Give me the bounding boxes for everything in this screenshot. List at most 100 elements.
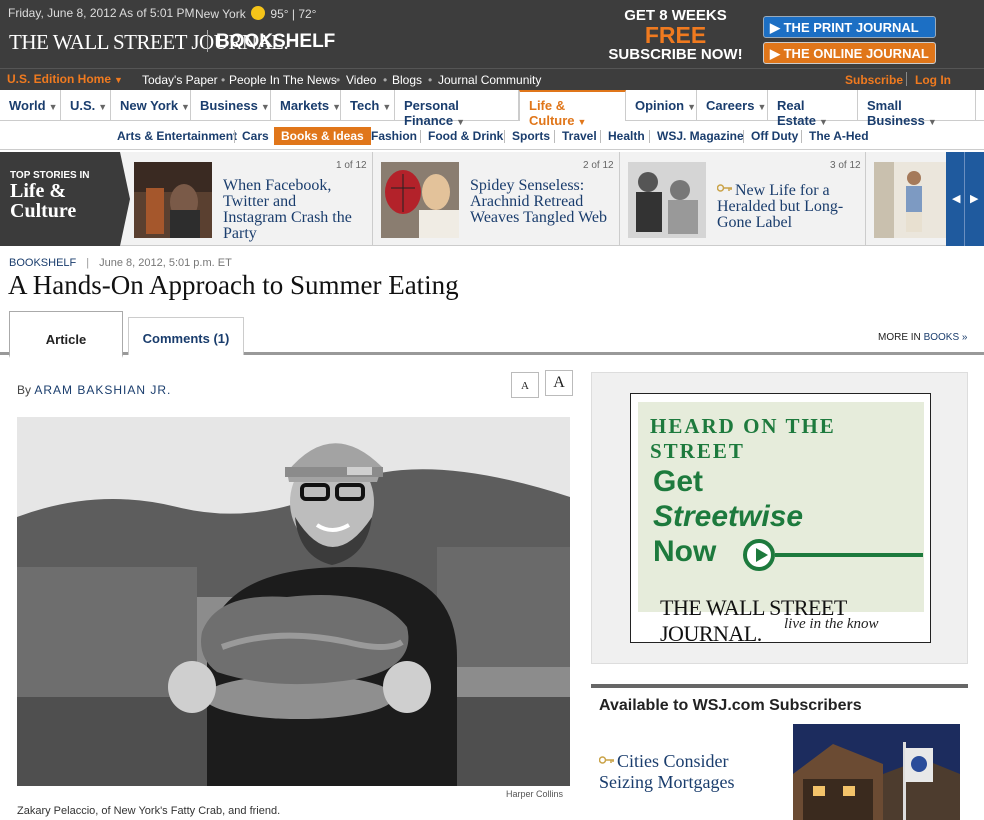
play-icon[interactable] — [743, 539, 775, 571]
nav-careers[interactable]: Careers ▼ — [697, 90, 768, 121]
font-size-increase-button[interactable]: A — [545, 370, 573, 396]
subnav-sports[interactable]: Sports — [512, 129, 550, 143]
tab-comments[interactable]: Comments (1) — [128, 317, 244, 355]
nav-label: Careers — [706, 98, 755, 113]
online-journal-button[interactable]: ▶ THE ONLINE JOURNAL — [763, 42, 936, 64]
subnav-wsj-magazine[interactable]: WSJ. Magazine — [657, 129, 744, 143]
nav-tech[interactable]: Tech ▼ — [341, 90, 395, 121]
chevron-down-icon: ▼ — [687, 102, 697, 112]
nav-label: Markets — [280, 98, 330, 113]
subnav-divider — [504, 130, 505, 143]
meta-divider: | — [86, 257, 90, 269]
story-card[interactable] — [866, 152, 946, 246]
byline: By ARAM BAKSHIAN JR. — [17, 383, 171, 397]
nav-label: U.S. — [70, 98, 96, 113]
more-in-prefix: MORE IN — [878, 332, 924, 343]
nav-label: Tech — [350, 98, 380, 113]
nav-label: World — [9, 98, 46, 113]
subscriber-story-thumbnail[interactable] — [793, 724, 960, 820]
key-icon — [716, 180, 733, 192]
subscribers-heading: Available to WSJ.com Subscribers — [591, 684, 968, 718]
online-journal-label: THE ONLINE JOURNAL — [783, 46, 929, 61]
nav-personal-finance[interactable]: Personal Finance ▼ — [395, 90, 519, 128]
subnav-divider — [600, 130, 601, 143]
dot-separator: • — [221, 73, 226, 87]
article-meta: BOOKSHELF | June 8, 2012, 5:01 p.m. ET — [9, 257, 232, 269]
edition-label: U.S. Edition Home — [7, 72, 112, 86]
top-stories-label-big: Life & Culture — [10, 180, 77, 222]
edition-selector[interactable]: U.S. Edition Home ▼ — [7, 72, 123, 86]
more-in-books[interactable]: MORE IN BOOKS » — [878, 332, 967, 343]
nav-real-estate[interactable]: Real Estate ▼ — [768, 90, 858, 128]
story-headline[interactable]: New Life for a Heralded but Long-Gone La… — [716, 180, 857, 231]
nav-life-culture[interactable]: Life & Culture ▼ — [519, 90, 626, 128]
key-icon — [598, 748, 615, 764]
carousel-prev-icon[interactable]: ◀ — [952, 192, 960, 205]
nav-us[interactable]: U.S. ▼ — [61, 90, 111, 121]
print-journal-button[interactable]: ▶ THE PRINT JOURNAL — [763, 16, 936, 38]
photo-credit: Harper Collins — [506, 789, 564, 799]
font-size-decrease-button[interactable]: A — [511, 372, 539, 398]
story-thumbnail — [134, 162, 212, 238]
story-card[interactable]: 2 of 12 Spidey Senseless: Arachnid Retre… — [373, 152, 620, 246]
nav-world[interactable]: World ▼ — [0, 90, 61, 121]
subscriber-story-link[interactable]: Cities Consider Seizing Mortgages — [598, 748, 779, 793]
nav-small-business[interactable]: Small Business ▼ — [858, 90, 976, 128]
article-date: June 8, 2012, 5:01 p.m. ET — [99, 257, 232, 269]
subnav-off-duty[interactable]: Off Duty — [751, 129, 798, 143]
tab-article[interactable]: Article — [9, 311, 123, 358]
photo-caption: Zakary Pelaccio, of New York's Fatty Cra… — [17, 805, 281, 817]
subnav-cars[interactable]: Cars — [242, 129, 269, 143]
story-card[interactable]: 3 of 12 New Life for a Heralded but Long… — [620, 152, 866, 246]
article-section[interactable]: BOOKSHELF — [9, 257, 76, 269]
chevron-down-icon: ▼ — [260, 102, 270, 112]
subnav-books-ideas[interactable]: Books & Ideas — [274, 127, 371, 145]
story-count: 3 of 12 — [830, 160, 861, 171]
story-thumbnail — [874, 162, 946, 238]
story-card[interactable]: 1 of 12 When Facebook, Twitter and Insta… — [124, 152, 373, 246]
blogs-link[interactable]: Blogs — [392, 73, 422, 87]
subnav-arts[interactable]: Arts & Entertainment — [117, 129, 237, 143]
play-arrow-icon: ▶ — [770, 20, 784, 35]
people-in-news-link[interactable]: People In The News — [229, 73, 337, 87]
subnav-divider — [801, 130, 802, 143]
ad-container: HEARD ON THE STREET Get Streetwise Now T… — [591, 372, 968, 664]
subscribe-promo[interactable]: GET 8 WEEKS FREE SUBSCRIBE NOW! — [593, 8, 758, 64]
carousel-next-icon[interactable]: ▶ — [970, 192, 978, 205]
dateline: Friday, June 8, 2012 As of 5:01 PM — [8, 6, 195, 20]
subnav-divider — [743, 130, 744, 143]
print-journal-label: THE PRINT JOURNAL — [783, 20, 919, 35]
story-headline[interactable]: Spidey Senseless: Arachnid Retread Weave… — [470, 178, 610, 226]
heard-on-street-ad[interactable]: HEARD ON THE STREET Get Streetwise Now T… — [630, 393, 931, 646]
subnav-fashion[interactable]: Fashion — [371, 129, 417, 143]
weather[interactable]: New York 95° | 72° — [195, 6, 316, 21]
todays-paper-link[interactable]: Today's Paper — [142, 73, 218, 87]
promo-line-2: FREE — [644, 22, 707, 48]
sun-icon — [251, 6, 266, 20]
sub-nav: Arts & Entertainment Cars Books & Ideas … — [0, 122, 984, 150]
nav-new-york[interactable]: New York ▼ — [111, 90, 191, 121]
story-headline[interactable]: When Facebook, Twitter and Instagram Cra… — [223, 178, 363, 242]
journal-community-link[interactable]: Journal Community — [438, 73, 541, 87]
section-title[interactable]: BOOKSHELF — [216, 31, 335, 53]
top-stories-label: TOP STORIES IN Life & Culture — [0, 152, 130, 246]
chevron-down-icon: ▼ — [48, 102, 58, 112]
video-link[interactable]: Video — [346, 73, 376, 87]
subnav-divider — [649, 130, 650, 143]
article-headline: A Hands-On Approach to Summer Eating — [8, 270, 459, 300]
author-link[interactable]: ARAM BAKSHIAN JR. — [34, 383, 171, 397]
nav-business[interactable]: Business ▼ — [191, 90, 271, 121]
play-arrow-icon: ▶ — [770, 46, 784, 61]
subscriber-story-headline: Cities Consider Seizing Mortgages — [599, 751, 735, 792]
subscribe-link[interactable]: Subscribe — [845, 73, 903, 87]
subnav-travel[interactable]: Travel — [562, 129, 597, 143]
nav-opinion[interactable]: Opinion ▼ — [626, 90, 697, 121]
article-tabs: Article Comments (1) — [0, 310, 984, 358]
top-stories-carousel: TOP STORIES IN Life & Culture 1 of 12 Wh… — [0, 152, 984, 246]
ad-streetwise: Streetwise — [653, 500, 804, 533]
subnav-food-drink[interactable]: Food & Drink — [428, 129, 503, 143]
login-link[interactable]: Log In — [915, 73, 951, 87]
subnav-health[interactable]: Health — [608, 129, 645, 143]
subnav-a-hed[interactable]: The A-Hed — [809, 129, 869, 143]
nav-markets[interactable]: Markets ▼ — [271, 90, 341, 121]
